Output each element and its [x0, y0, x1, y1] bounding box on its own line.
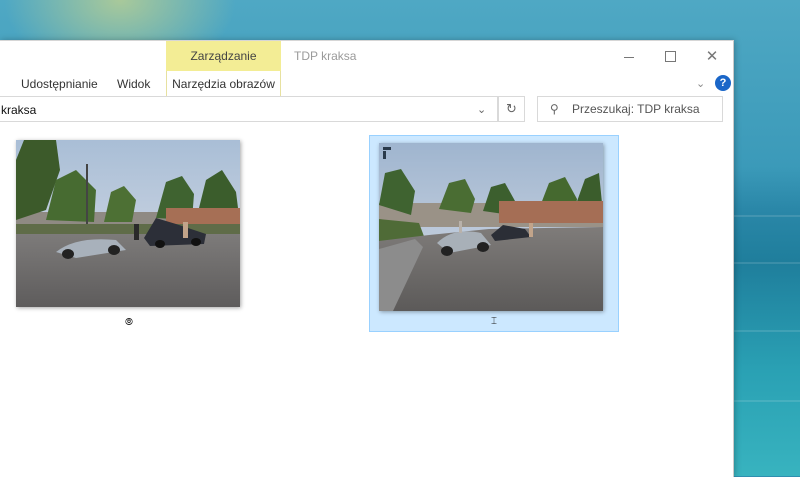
tab-view[interactable]: Widok	[117, 71, 150, 96]
help-icon[interactable]: ?	[715, 75, 731, 91]
context-tab-manage[interactable]: Zarządzanie	[166, 41, 281, 71]
refresh-button[interactable]: ↻	[498, 96, 525, 122]
wallpaper-wave	[733, 400, 800, 402]
file-explorer-window: Zarządzanie TDP kraksa ✕ Udostępnianie W…	[0, 40, 734, 477]
address-bar[interactable]: kraksa ⌄	[0, 96, 498, 122]
search-input[interactable]	[572, 101, 717, 117]
close-button[interactable]: ✕	[690, 41, 734, 71]
minimize-button[interactable]	[607, 41, 651, 71]
maximize-icon	[664, 50, 676, 62]
window-title: TDP kraksa	[294, 49, 357, 63]
close-icon: ✕	[705, 47, 719, 65]
ribbon-tabs: Udostępnianie Widok Narzędzia obrazów	[0, 71, 733, 97]
image-thumbnail[interactable]	[16, 140, 240, 307]
maximize-button[interactable]	[648, 41, 692, 71]
tab-picture-tools[interactable]: Narzędzia obrazów	[166, 71, 281, 96]
search-box[interactable]: ⚲	[537, 96, 723, 122]
ribbon-expand-chevron-icon[interactable]: ⌄	[696, 77, 705, 90]
file-item-selected[interactable]: ⌶	[369, 135, 619, 332]
wallpaper-wave	[733, 330, 800, 332]
title-bar[interactable]: Zarządzanie TDP kraksa ✕	[0, 41, 733, 71]
address-dropdown-chevron-icon[interactable]: ⌄	[477, 103, 486, 116]
file-name-label: ⌶	[491, 316, 497, 327]
file-item[interactable]: ⦾	[14, 140, 244, 335]
navigation-bar: kraksa ⌄ ↻ ⚲	[0, 96, 733, 128]
wallpaper-wave	[733, 262, 800, 264]
address-path[interactable]: kraksa	[1, 103, 36, 117]
refresh-icon: ↻	[506, 101, 517, 116]
tab-share[interactable]: Udostępnianie	[21, 71, 98, 96]
search-icon: ⚲	[550, 102, 559, 116]
minimize-icon	[624, 56, 634, 58]
wallpaper-wave	[733, 215, 800, 217]
image-thumbnail[interactable]	[379, 143, 603, 311]
file-name-label: ⦾	[125, 317, 133, 328]
file-list-pane[interactable]: ⦾ ⌶	[0, 128, 733, 477]
